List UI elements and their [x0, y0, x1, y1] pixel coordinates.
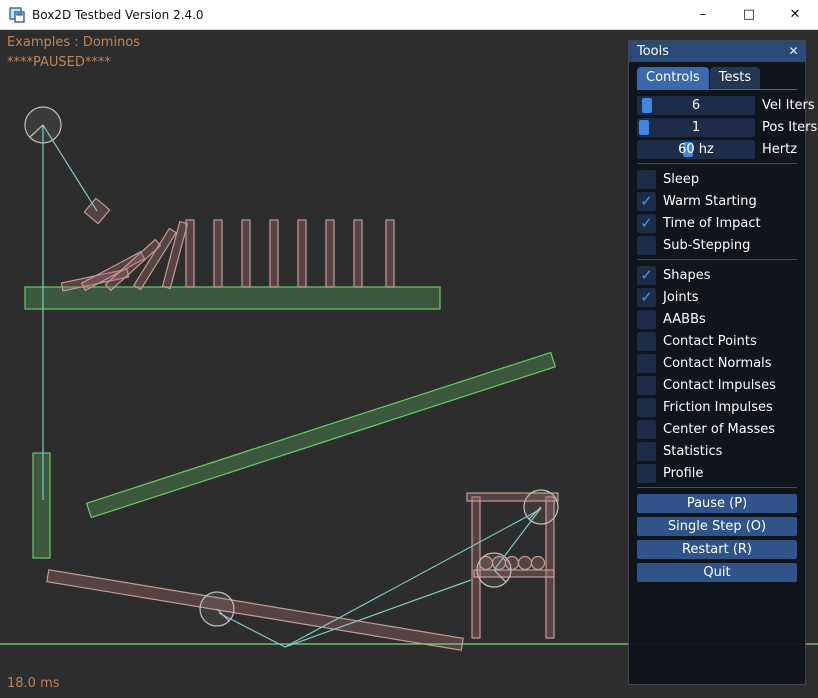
slider-label: Hertz [762, 140, 797, 159]
checkbox-row-sleep[interactable]: Sleep [637, 170, 797, 189]
slider-vel-iters[interactable]: 6 [637, 96, 755, 115]
checkbox-label: Statistics [663, 442, 722, 461]
checkbox-row-statistics[interactable]: Statistics [637, 442, 797, 461]
slider-row: 60 hz Hertz [637, 140, 797, 159]
slider-label: Vel Iters [762, 96, 815, 115]
checkbox-checked-icon[interactable]: ✓ [637, 214, 656, 233]
panel-close-icon[interactable]: ✕ [785, 43, 802, 60]
checkbox-checked-icon[interactable]: ✓ [637, 192, 656, 211]
checkbox-row-time-of-impact[interactable]: ✓ Time of Impact [637, 214, 797, 233]
maximize-button[interactable]: □ [726, 0, 772, 29]
checkbox-label: Shapes [663, 266, 710, 285]
pendulum-joint-line [43, 125, 97, 211]
slider-pos-iters[interactable]: 1 [637, 118, 755, 137]
small-ball [532, 557, 545, 570]
checkbox-row-contact-normals[interactable]: Contact Normals [637, 354, 797, 373]
slider-value: 6 [637, 96, 755, 115]
checkbox-label: Sub-Stepping [663, 236, 750, 255]
checkbox-row-shapes[interactable]: ✓ Shapes [637, 266, 797, 285]
box2d-testbed-window: { "window": { "title": "Box2D Testbed Ve… [0, 0, 818, 698]
small-ball [519, 557, 532, 570]
checkbox-checked-icon[interactable]: ✓ [637, 266, 656, 285]
checkbox-area: Sleep ✓ Warm Starting ✓ Time of Impact Sub-St… [637, 163, 797, 488]
tools-panel-title: Tools [637, 44, 669, 59]
close-button[interactable]: ✕ [772, 0, 818, 29]
checkbox-unchecked[interactable] [637, 236, 656, 255]
domino [214, 220, 222, 287]
minimize-button[interactable]: – [680, 0, 726, 29]
pause-p-button[interactable]: Pause (P) [637, 494, 797, 513]
frame-time: 18.0 ms [7, 676, 60, 691]
checkbox-label: Joints [663, 288, 699, 307]
tab-controls[interactable]: Controls [637, 67, 709, 89]
domino [354, 220, 362, 287]
checkbox-row-center-of-masses[interactable]: Center of Masses [637, 420, 797, 439]
domino [270, 220, 278, 287]
domino [298, 220, 306, 287]
example-title: Examples : Dominos [7, 35, 140, 50]
slider-row: 6Vel Iters [637, 96, 797, 115]
app-icon [9, 7, 25, 23]
slider-row: 1Pos Iters [637, 118, 797, 137]
checkbox-row-contact-points[interactable]: Contact Points [637, 332, 797, 351]
checkbox-row-sub-stepping[interactable]: Sub-Stepping [637, 236, 797, 255]
checkbox-label: Time of Impact [663, 214, 761, 233]
domino [386, 220, 394, 287]
checkbox-unchecked[interactable] [637, 310, 656, 329]
checkbox-row-friction-impulses[interactable]: Friction Impulses [637, 398, 797, 417]
tab-tests[interactable]: Tests [710, 67, 760, 89]
domino-platform [25, 287, 440, 309]
slider-value: 60 hz [637, 140, 755, 159]
checkbox-unchecked[interactable] [637, 354, 656, 373]
restart-r-button[interactable]: Restart (R) [637, 540, 797, 559]
checkbox-row-profile[interactable]: Profile [637, 464, 797, 483]
tools-panel-titlebar[interactable]: Tools ✕ [629, 41, 805, 62]
checkbox-label: Profile [663, 464, 703, 483]
checkbox-label: Contact Points [663, 332, 757, 351]
paused-indicator: ****PAUSED**** [7, 55, 111, 70]
button-area: Pause (P) Single Step (O) Restart (R) Quit [637, 494, 797, 582]
checkbox-unchecked[interactable] [637, 398, 656, 417]
checkbox-label: AABBs [663, 310, 706, 329]
checkbox-unchecked[interactable] [637, 332, 656, 351]
separator [637, 163, 797, 164]
checkbox-label: Contact Impulses [663, 376, 776, 395]
checkbox-label: Center of Masses [663, 420, 775, 439]
checkbox-unchecked[interactable] [637, 376, 656, 395]
slider-rows: 6Vel Iters 1Pos Iters 60 hz Hertz [637, 96, 797, 159]
titlebar[interactable]: Box2D Testbed Version 2.4.0 – □ ✕ [0, 0, 818, 30]
checkbox-label: Sleep [663, 170, 699, 189]
checkbox-unchecked[interactable] [637, 464, 656, 483]
checkbox-unchecked[interactable] [637, 170, 656, 189]
separator [637, 487, 797, 488]
single-step-o-button[interactable]: Single Step (O) [637, 517, 797, 536]
checkbox-row-contact-impulses[interactable]: Contact Impulses [637, 376, 797, 395]
checkbox-label: Contact Normals [663, 354, 772, 373]
slider-label: Pos Iters [762, 118, 817, 137]
elevator-platform [33, 453, 50, 558]
window-title: Box2D Testbed Version 2.4.0 [32, 8, 680, 22]
checkbox-checked-icon[interactable]: ✓ [637, 288, 656, 307]
domino [326, 220, 334, 287]
checkbox-row-warm-starting[interactable]: ✓ Warm Starting [637, 192, 797, 211]
domino [242, 220, 250, 287]
checkbox-label: Warm Starting [663, 192, 757, 211]
domino [186, 220, 194, 287]
checkbox-unchecked[interactable] [637, 442, 656, 461]
checkbox-label: Friction Impulses [663, 398, 773, 417]
tilted-plank [47, 570, 463, 650]
tab-bar: ControlsTests [637, 67, 797, 90]
checkbox-row-joints[interactable]: ✓ Joints [637, 288, 797, 307]
slider-hertz[interactable]: 60 hz [637, 140, 755, 159]
checkbox-unchecked[interactable] [637, 420, 656, 439]
quit-button[interactable]: Quit [637, 563, 797, 582]
separator [637, 259, 797, 260]
tools-panel[interactable]: Tools ✕ ControlsTests 6Vel Iters 1Pos Ite… [628, 40, 806, 685]
checkbox-row-aabbs[interactable]: AABBs [637, 310, 797, 329]
slider-value: 1 [637, 118, 755, 137]
